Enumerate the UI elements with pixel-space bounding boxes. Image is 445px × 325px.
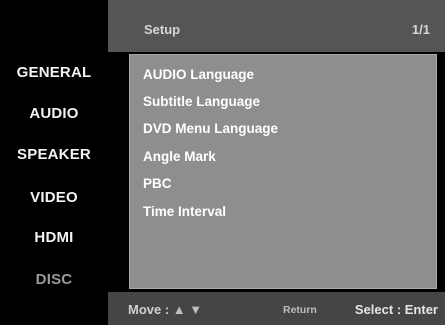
menu-item-time-interval[interactable]: Time Interval [143,203,226,221]
return-hint: Return [283,304,317,316]
select-hint: Select : Enter [354,302,438,317]
move-hint: Move : ▲ ▼ [128,302,202,317]
page-indicator: 1/1 [411,22,430,37]
footer-bar: Move : ▲ ▼ Return Select : Enter [108,292,445,325]
menu-item-angle-mark[interactable]: Angle Mark [143,148,216,166]
menu-item-pbc[interactable]: PBC [143,175,172,193]
move-label: Move : [128,302,170,317]
sidebar-item-disc[interactable]: DISC [0,270,108,290]
setup-screen: GENERAL AUDIO SPEAKER VIDEO HDMI DISC Se… [0,0,445,325]
menu-item-dvd-menu-language[interactable]: DVD Menu Language [143,120,278,138]
sidebar-item-general[interactable]: GENERAL [0,63,108,83]
options-panel: AUDIO Language Subtitle Language DVD Men… [129,54,437,289]
sidebar-item-video[interactable]: VIDEO [0,188,108,208]
menu-item-subtitle-language[interactable]: Subtitle Language [143,93,260,111]
down-triangle-icon: ▼ [189,302,203,317]
header-bar: Setup 1/1 [108,0,445,52]
category-sidebar: GENERAL AUDIO SPEAKER VIDEO HDMI DISC [0,0,108,325]
sidebar-item-hdmi[interactable]: HDMI [0,228,108,248]
sidebar-item-audio[interactable]: AUDIO [0,104,108,124]
menu-item-audio-language[interactable]: AUDIO Language [143,66,254,84]
page-title: Setup [144,22,181,37]
sidebar-item-speaker[interactable]: SPEAKER [0,145,108,165]
up-triangle-icon: ▲ [172,302,186,317]
